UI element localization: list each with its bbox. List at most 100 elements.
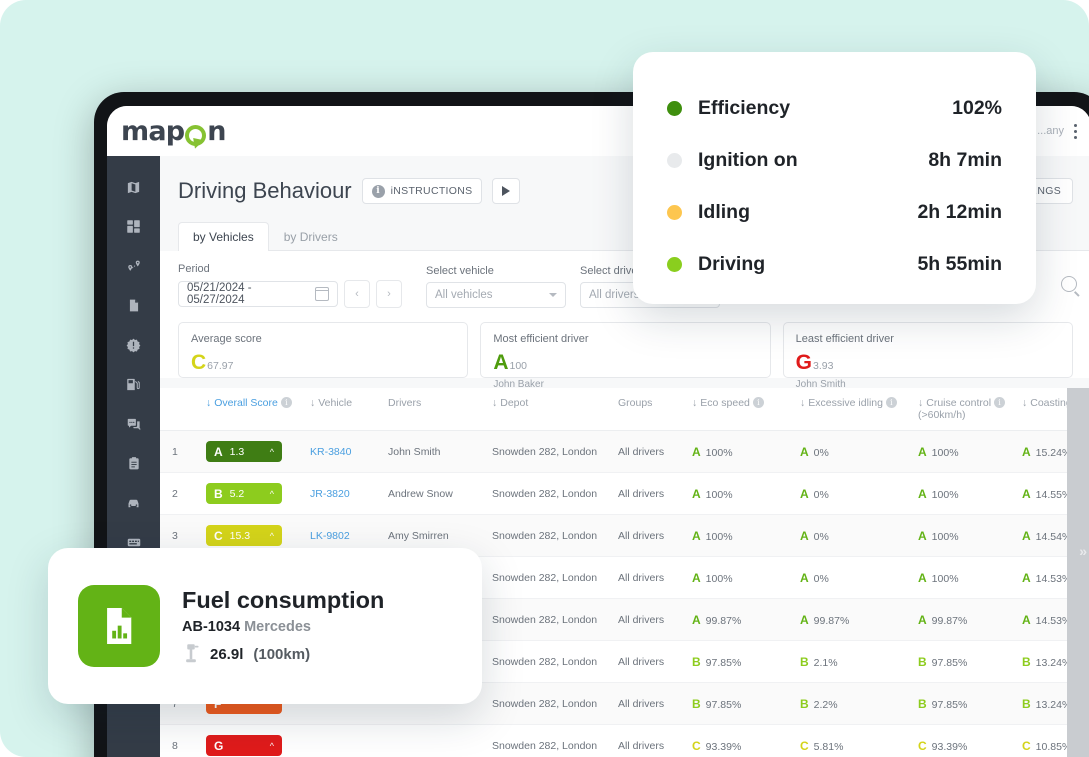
table-header-row: ↓ Overall Score i ↓ Vehicle Drivers ↓ Depot …	[160, 388, 1089, 431]
period-next-button[interactable]: ›	[376, 280, 402, 308]
period-prev-button[interactable]: ‹	[344, 280, 370, 308]
period-input[interactable]: 05/21/2024 - 05/27/2024	[178, 281, 338, 307]
score-badge[interactable]: A 1.3 ^	[206, 441, 282, 462]
cell-cruise-control: A 99.87%	[918, 598, 1022, 641]
th-vehicle-label: Vehicle	[318, 397, 353, 409]
chevron-up-icon[interactable]: ^	[270, 531, 274, 541]
sidebar-item-fuel[interactable]	[107, 368, 160, 402]
ignition-on-label: Ignition on	[698, 148, 798, 171]
tab-by-vehicles[interactable]: by Vehicles	[178, 222, 269, 251]
eco-speed-value: 97.85%	[705, 656, 742, 669]
info-icon[interactable]: i	[280, 397, 292, 408]
table-row[interactable]: 2 B 5.2 ^ JR-3820 Andrew Snow Snowden 282, Lon…	[160, 472, 1089, 515]
driver-value: All drivers	[589, 289, 640, 301]
info-icon[interactable]: i	[752, 397, 764, 408]
excessive-idling-grade: A	[800, 444, 809, 459]
map-icon	[127, 181, 140, 193]
th-overall-score[interactable]: ↓ Overall Score i	[206, 388, 310, 431]
kebab-menu-icon[interactable]	[1074, 123, 1077, 139]
chevron-up-icon[interactable]: ^	[270, 489, 274, 499]
cell-group: All drivers	[618, 724, 692, 757]
eco-speed-value: 100%	[705, 572, 733, 585]
cell-depot: Snowden 282, London	[492, 430, 618, 473]
horizontal-scroll-shade[interactable]	[1067, 388, 1089, 757]
excessive-idling-value: 0%	[813, 572, 829, 585]
sort-arrow-icon: ↓	[206, 397, 212, 409]
dashboard-grid-icon	[127, 220, 140, 233]
fuel-pump-icon	[186, 644, 199, 663]
tab-by-drivers[interactable]: by Drivers	[269, 222, 353, 251]
cell-cruise-control: A 100%	[918, 430, 1022, 473]
instructions-button[interactable]: i iNSTRUCTIONS	[361, 178, 483, 204]
th-cruise-control[interactable]: ↓ Cruise control i (>60km/h)	[918, 388, 1022, 431]
score-badge[interactable]: B 5.2 ^	[206, 483, 282, 504]
average-score-card: Average score C67.97	[178, 322, 469, 378]
cell-eco-speed: A 99.87%	[692, 598, 800, 641]
vehicle-link[interactable]: JR-3820	[310, 488, 350, 500]
th-groups: Groups	[618, 388, 692, 431]
sidebar-item-alerts[interactable]	[107, 328, 160, 362]
fuel-card-amount: 26.9l	[210, 645, 244, 663]
chevron-up-icon[interactable]: ^	[270, 741, 274, 751]
cell-group: All drivers	[618, 682, 692, 725]
cell-rank: 1	[160, 430, 206, 473]
coasting-grade: A	[1022, 528, 1031, 543]
mapon-logo[interactable]: map n	[121, 118, 227, 146]
vehicle-select[interactable]: All vehicles	[426, 282, 566, 308]
cell-depot: Snowden 282, London	[492, 472, 618, 515]
cruise-control-grade: C	[918, 738, 927, 753]
excessive-idling-value: 99.87%	[813, 614, 850, 627]
score-grade: A	[214, 444, 223, 459]
cell-group: All drivers	[618, 472, 692, 515]
sidebar-item-dashboard[interactable]	[107, 210, 160, 244]
search-icon[interactable]	[1061, 276, 1077, 292]
driving-label: Driving	[698, 252, 766, 275]
chevron-right-icon[interactable]: »	[1079, 543, 1087, 559]
vehicle-link[interactable]: LK-9802	[310, 530, 350, 542]
sidebar-item-tasks[interactable]	[107, 447, 160, 481]
least-efficient-title: Least efficient driver	[795, 333, 894, 345]
play-button[interactable]	[492, 178, 521, 204]
play-icon	[502, 186, 511, 196]
excessive-idling-grade: A	[800, 528, 809, 543]
score-badge[interactable]: C 15.3 ^	[206, 525, 282, 546]
sidebar-item-reports[interactable]	[107, 289, 160, 323]
eco-speed-grade: A	[692, 444, 701, 459]
sidebar-item-garage[interactable]	[107, 748, 160, 757]
sidebar-item-map[interactable]	[107, 170, 160, 204]
fuel-card-title: Fuel consumption	[182, 586, 385, 613]
cruise-control-value: 100%	[931, 530, 959, 543]
excessive-idling-grade: A	[800, 486, 809, 501]
table-row[interactable]: 8 G ^ Snowden 282, London All drivers C 93.39%…	[160, 724, 1089, 757]
cruise-control-grade: A	[918, 570, 927, 585]
sidebar-item-routes[interactable]	[107, 249, 160, 283]
vehicle-filter: Select vehicle All vehicles	[426, 265, 566, 308]
cell-cruise-control: A 100%	[918, 556, 1022, 599]
table-row[interactable]: 1 A 1.3 ^ KR-3840 John Smith Snowden 282, Lond…	[160, 430, 1089, 473]
efficiency-value: 102%	[952, 96, 1002, 119]
cell-vehicle	[310, 724, 388, 757]
eco-speed-grade: A	[692, 612, 701, 627]
th-depot-label: Depot	[500, 397, 529, 409]
info-icon[interactable]: i	[885, 397, 897, 408]
route-pins-icon	[127, 260, 140, 271]
eco-speed-value: 100%	[705, 530, 733, 543]
excessive-idling-value: 0%	[813, 530, 829, 543]
cruise-control-value: 100%	[931, 572, 959, 585]
th-vehicle[interactable]: ↓ Vehicle	[310, 388, 388, 431]
th-eco-speed[interactable]: ↓ Eco speed i	[692, 388, 800, 431]
vehicle-link[interactable]: KR-3840	[310, 446, 351, 458]
chevron-up-icon[interactable]: ^	[270, 447, 274, 457]
eco-speed-value: 97.85%	[705, 698, 742, 711]
info-icon[interactable]: i	[994, 397, 1006, 408]
sidebar-item-vehicles[interactable]	[107, 486, 160, 520]
cruise-control-grade: B	[918, 654, 927, 669]
th-depot[interactable]: ↓ Depot	[492, 388, 618, 431]
cell-depot: Snowden 282, London	[492, 514, 618, 557]
sidebar-item-messages[interactable]	[107, 407, 160, 441]
th-excessive-idling[interactable]: ↓ Excessive idling i	[800, 388, 918, 431]
th-groups-label: Groups	[618, 397, 653, 409]
cell-cruise-control: B 97.85%	[918, 682, 1022, 725]
alert-icon	[126, 338, 141, 352]
score-badge[interactable]: G ^	[206, 735, 282, 756]
